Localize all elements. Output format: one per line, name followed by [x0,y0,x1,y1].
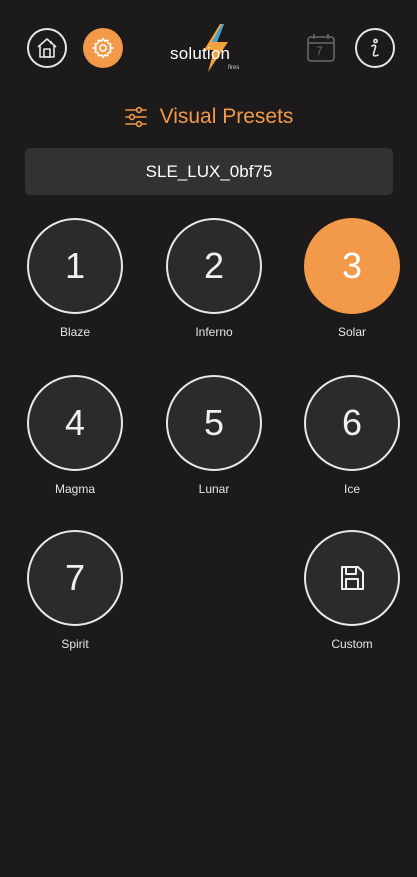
calendar-button[interactable]: 7 [303,30,339,66]
preset-label: Blaze [59,325,91,339]
preset-label: Custom [331,637,373,651]
preset-custom[interactable]: Custom [302,530,402,651]
home-button[interactable] [27,28,67,68]
info-button[interactable] [355,28,395,68]
logo-subtext: fires [228,65,240,71]
preset-6[interactable]: 6 Ice [302,375,402,496]
preset-button[interactable]: 2 [166,218,262,314]
preset-button[interactable]: 7 [27,530,123,626]
preset-1[interactable]: 1 Blaze [25,218,125,339]
save-icon [341,566,364,590]
preset-label: Ice [343,482,360,496]
preset-2[interactable]: 2 Inferno [164,218,264,339]
preset-4[interactable]: 4 Magma [25,375,125,496]
custom-save-button[interactable] [304,530,400,626]
gear-icon [91,37,115,59]
preset-label: Lunar [198,482,230,496]
section-header: Visual Presets [0,100,417,134]
preset-button[interactable]: 5 [166,375,262,471]
preset-button[interactable]: 4 [27,375,123,471]
preset-label: Spirit [61,637,89,651]
info-icon [371,38,379,57]
device-name: SLE_LUX_0bf75 [145,161,273,181]
sliders-icon [124,106,147,128]
solution-fires-logo: solution fires [170,24,260,72]
preset-label: Magma [54,482,95,496]
logo-text: solution [170,44,231,63]
top-navigation: solution fires 7 [0,0,417,96]
home-icon [37,38,57,58]
calendar-day: 7 [316,44,323,58]
preset-5[interactable]: 5 Lunar [164,375,264,496]
preset-button[interactable]: 6 [304,375,400,471]
preset-3[interactable]: 3 Solar [302,218,402,339]
page-title: Visual Presets [159,105,294,128]
preset-label: Inferno [195,325,233,339]
preset-label: Solar [337,325,366,339]
preset-7[interactable]: 7 Spirit [25,530,125,651]
preset-button-active[interactable]: 3 [304,218,400,314]
preset-button[interactable]: 1 [27,218,123,314]
device-selector[interactable]: SLE_LUX_0bf75 [25,148,393,195]
settings-button[interactable] [83,28,123,68]
